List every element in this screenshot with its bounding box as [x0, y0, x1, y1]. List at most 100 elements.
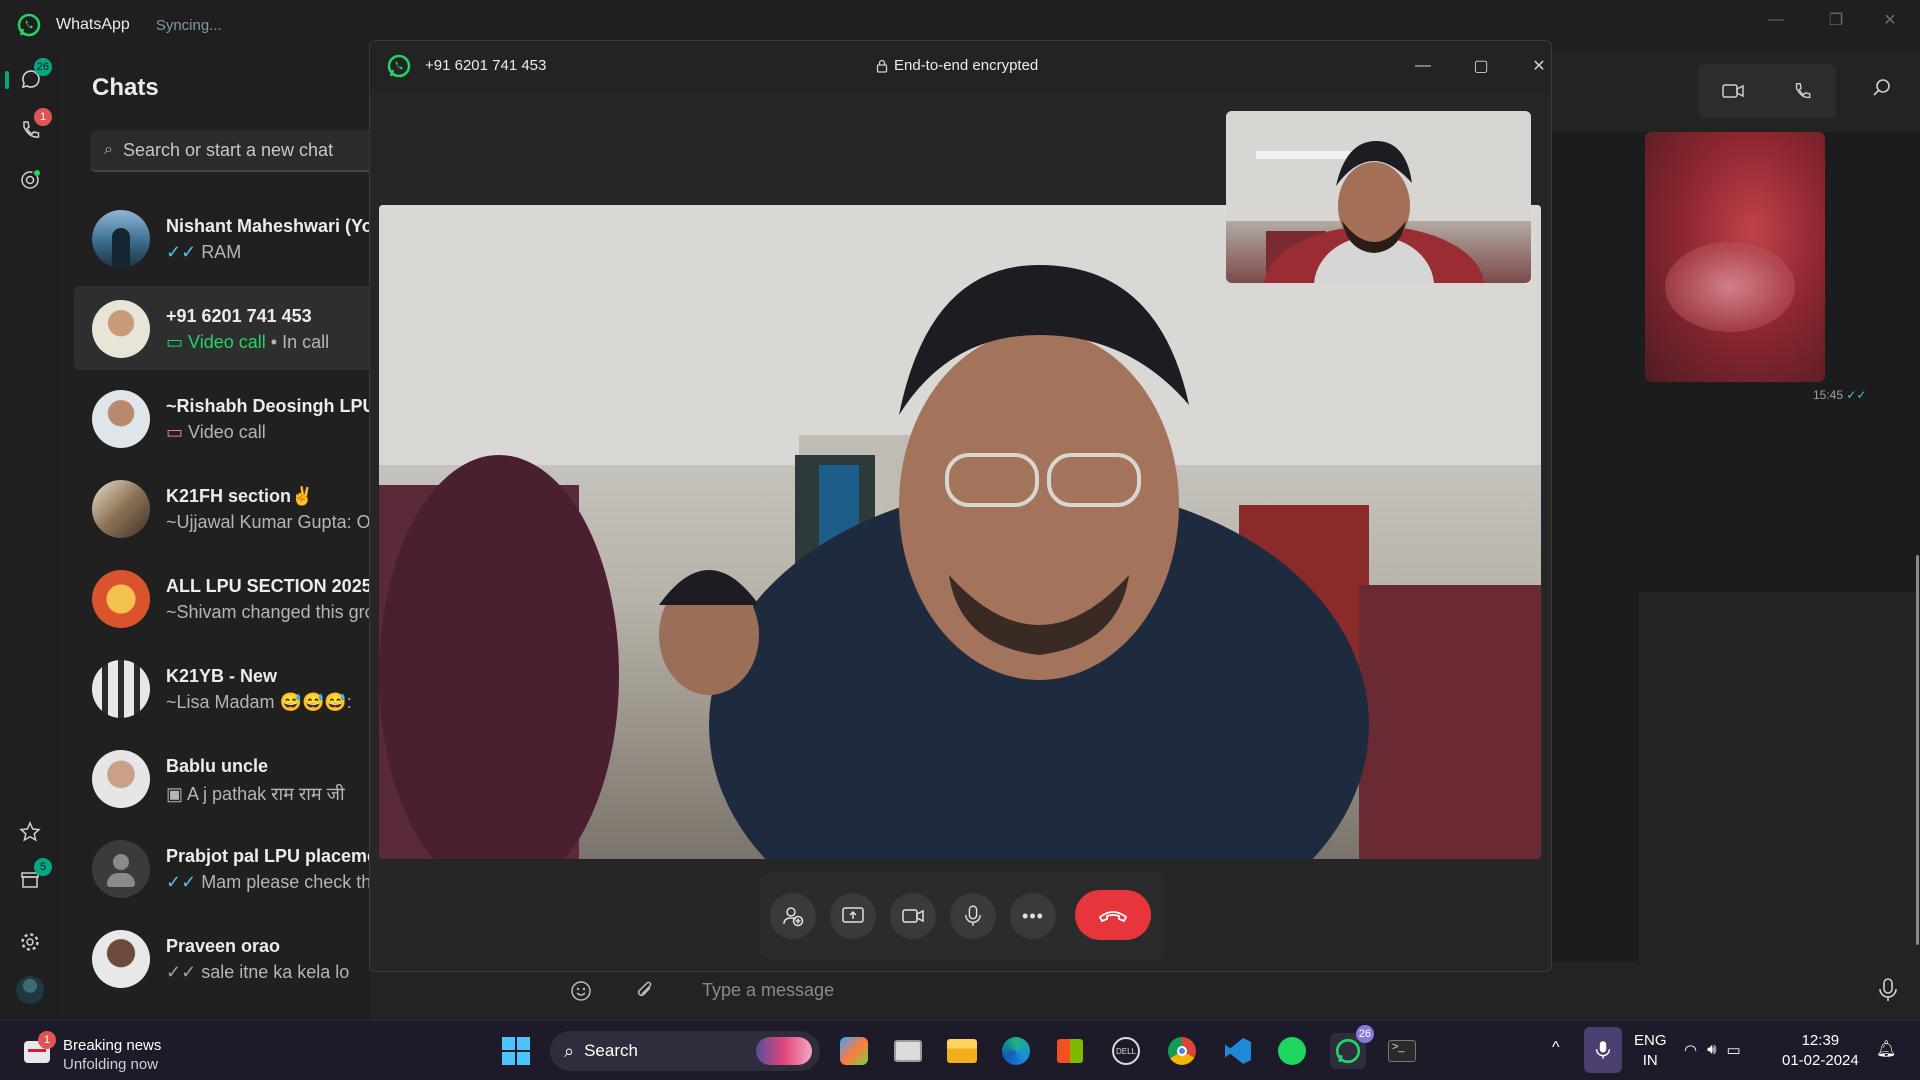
chat-search-input[interactable]: ⌕ Search or start a new chat [90, 130, 370, 172]
call-minimize-button[interactable]: — [1408, 51, 1438, 81]
chat-name: Prabjot pal LPU placemen [166, 846, 370, 866]
chat-name: ~Rishabh Deosingh LPU [166, 396, 370, 416]
self-video-frame [1226, 111, 1531, 283]
taskbar-chrome[interactable] [1164, 1033, 1200, 1069]
chat-name: Nishant Maheshwari (You) [166, 216, 370, 236]
chat-list-item[interactable]: K21YB - New ~Lisa Madam 😅😅😅: [74, 646, 370, 730]
chat-list-item-selected[interactable]: +91 6201 741 453 ▭ Video call • In call [74, 286, 370, 370]
remote-video-feed [379, 205, 1541, 859]
taskbar-edge[interactable] [998, 1033, 1034, 1069]
chat-preview: ✓✓ RAM [166, 242, 242, 262]
minimize-button[interactable]: — [1746, 0, 1806, 40]
add-participant-button[interactable] [770, 893, 816, 939]
camera-toggle-button[interactable] [890, 893, 936, 939]
clock[interactable]: 12:39 01-02-2024 [1782, 1031, 1859, 1071]
taskbar-dell[interactable]: DELL [1108, 1033, 1144, 1069]
chat-list-item[interactable]: K21FH section✌️ ~Ujjawal Kumar Gupta: Ok [74, 466, 370, 550]
rail-calls-button[interactable]: 1 [14, 108, 52, 146]
mute-button[interactable] [950, 893, 996, 939]
search-highlight-image [756, 1037, 812, 1065]
taskbar-copilot-app[interactable] [836, 1033, 872, 1069]
restore-button[interactable]: ❐ [1806, 0, 1866, 40]
self-video-preview[interactable] [1226, 111, 1531, 283]
avatar [92, 570, 150, 628]
conversation-background [1638, 592, 1920, 962]
rail-chats-button[interactable]: 26 [5, 58, 52, 96]
whatsapp-logo-icon [1335, 1038, 1361, 1064]
chat-name: K21YB - New [166, 666, 278, 686]
taskbar-whatsapp[interactable]: 26 [1330, 1025, 1374, 1069]
tray-overflow-icon[interactable]: ^ [1552, 1039, 1560, 1057]
search-icon[interactable] [1872, 78, 1892, 98]
windows-icon [502, 1037, 530, 1065]
chat-list-item[interactable]: ALL LPU SECTION 2025 G ~Shivam changed t… [74, 556, 370, 640]
chat-list-item[interactable]: Prabjot pal LPU placemen ✓✓ Mam please c… [74, 826, 370, 910]
gear-icon [21, 933, 39, 951]
rail-profile-button[interactable] [14, 974, 46, 1006]
emoji-icon[interactable] [570, 980, 592, 1002]
chat-list-item[interactable]: Praveen orao ✓✓ sale itne ka kela lo [74, 916, 370, 1000]
mic-in-use-indicator[interactable] [1584, 1027, 1622, 1073]
chat-preview: ~Shivam changed this gro [166, 602, 370, 622]
microphone-icon[interactable] [1878, 978, 1898, 1002]
share-screen-button[interactable] [830, 893, 876, 939]
taskbar-search[interactable]: ⌕ Search [550, 1031, 820, 1071]
chat-preview: ▣ A j pathak राम राम जी [166, 784, 345, 804]
rail-status-button[interactable] [14, 164, 46, 196]
chat-preview: ~Lisa Madam 😅😅😅: [166, 692, 352, 712]
message-timestamp: 15:45 ✓✓ [1813, 388, 1867, 402]
taskbar-terminal[interactable]: >_ [1384, 1033, 1420, 1069]
taskbar-store[interactable] [1052, 1033, 1088, 1069]
avatar [92, 750, 150, 808]
chat-list-item[interactable]: Nishant Maheshwari (You) ✓✓ RAM [74, 196, 370, 280]
scrollbar[interactable] [1916, 555, 1919, 945]
voice-call-icon[interactable] [1792, 81, 1812, 101]
whatsapp-logo-icon [17, 13, 41, 37]
dell-icon: DELL [1112, 1037, 1140, 1065]
video-call-icon[interactable] [1722, 83, 1744, 99]
windows-taskbar: 1 Breaking news Unfolding now ⌕ Search D… [0, 1020, 1920, 1080]
default-avatar-icon [92, 840, 150, 898]
chat-list-item[interactable]: ~Rishabh Deosingh LPU ▭ Video call [74, 376, 370, 460]
vscode-icon [1225, 1038, 1251, 1064]
call-maximize-button[interactable]: ▢ [1466, 51, 1496, 81]
rail-archived-button[interactable]: 5 [14, 858, 52, 896]
news-widget[interactable]: 1 Breaking news Unfolding now [22, 1031, 192, 1073]
quick-settings[interactable]: ◠ 🔊︎ ▭ [1684, 1041, 1741, 1059]
microphone-icon [965, 905, 981, 926]
wifi-icon: ◠ [1684, 1042, 1698, 1059]
more-options-button[interactable]: ••• [1010, 893, 1056, 939]
rail-settings-button[interactable] [14, 926, 46, 958]
message-input[interactable]: Type a message [702, 980, 834, 1001]
rail-starred-button[interactable] [14, 816, 46, 848]
chrome-icon [1168, 1037, 1196, 1065]
taskbar-vscode[interactable] [1220, 1033, 1256, 1069]
task-view-icon [894, 1040, 922, 1062]
chats-badge: 26 [33, 58, 52, 76]
star-icon [19, 821, 41, 842]
whatsapp-badge: 26 [1355, 1025, 1374, 1043]
language-indicator[interactable]: ENG IN [1634, 1031, 1667, 1071]
close-button[interactable]: ✕ [1860, 0, 1920, 40]
avatar [92, 210, 150, 268]
start-button[interactable] [498, 1033, 534, 1069]
screen: WhatsApp Syncing... — ❐ ✕ 26 1 5 Chats ⌕… [0, 0, 1920, 1080]
call-close-button[interactable]: ✕ [1524, 51, 1551, 81]
taskbar-spotify[interactable] [1274, 1033, 1310, 1069]
video-call-window: +91 6201 741 453 End-to-end encrypted — … [369, 40, 1552, 972]
attach-icon[interactable] [634, 980, 656, 1002]
image-message[interactable] [1645, 132, 1825, 382]
avatar [92, 930, 150, 988]
chat-list-item[interactable]: Bablu uncle ▣ A j pathak राम राम जी [74, 736, 370, 820]
avatar [92, 660, 150, 718]
taskbar-file-explorer[interactable] [944, 1033, 980, 1069]
notification-bell-icon[interactable]: 🔔︎ [1876, 1039, 1896, 1059]
video-call-icon: ▭ [166, 332, 184, 352]
taskbar-task-view[interactable] [890, 1033, 926, 1069]
microphone-icon [1595, 1041, 1611, 1059]
store-icon [1057, 1039, 1083, 1063]
chat-preview: ✓✓ Mam please check this [166, 872, 370, 892]
chat-list-panel: Chats ⌕ Search or start a new chat Nisha… [60, 50, 370, 1020]
missed-video-icon: ▭ [166, 422, 184, 442]
end-call-button[interactable] [1075, 890, 1151, 940]
